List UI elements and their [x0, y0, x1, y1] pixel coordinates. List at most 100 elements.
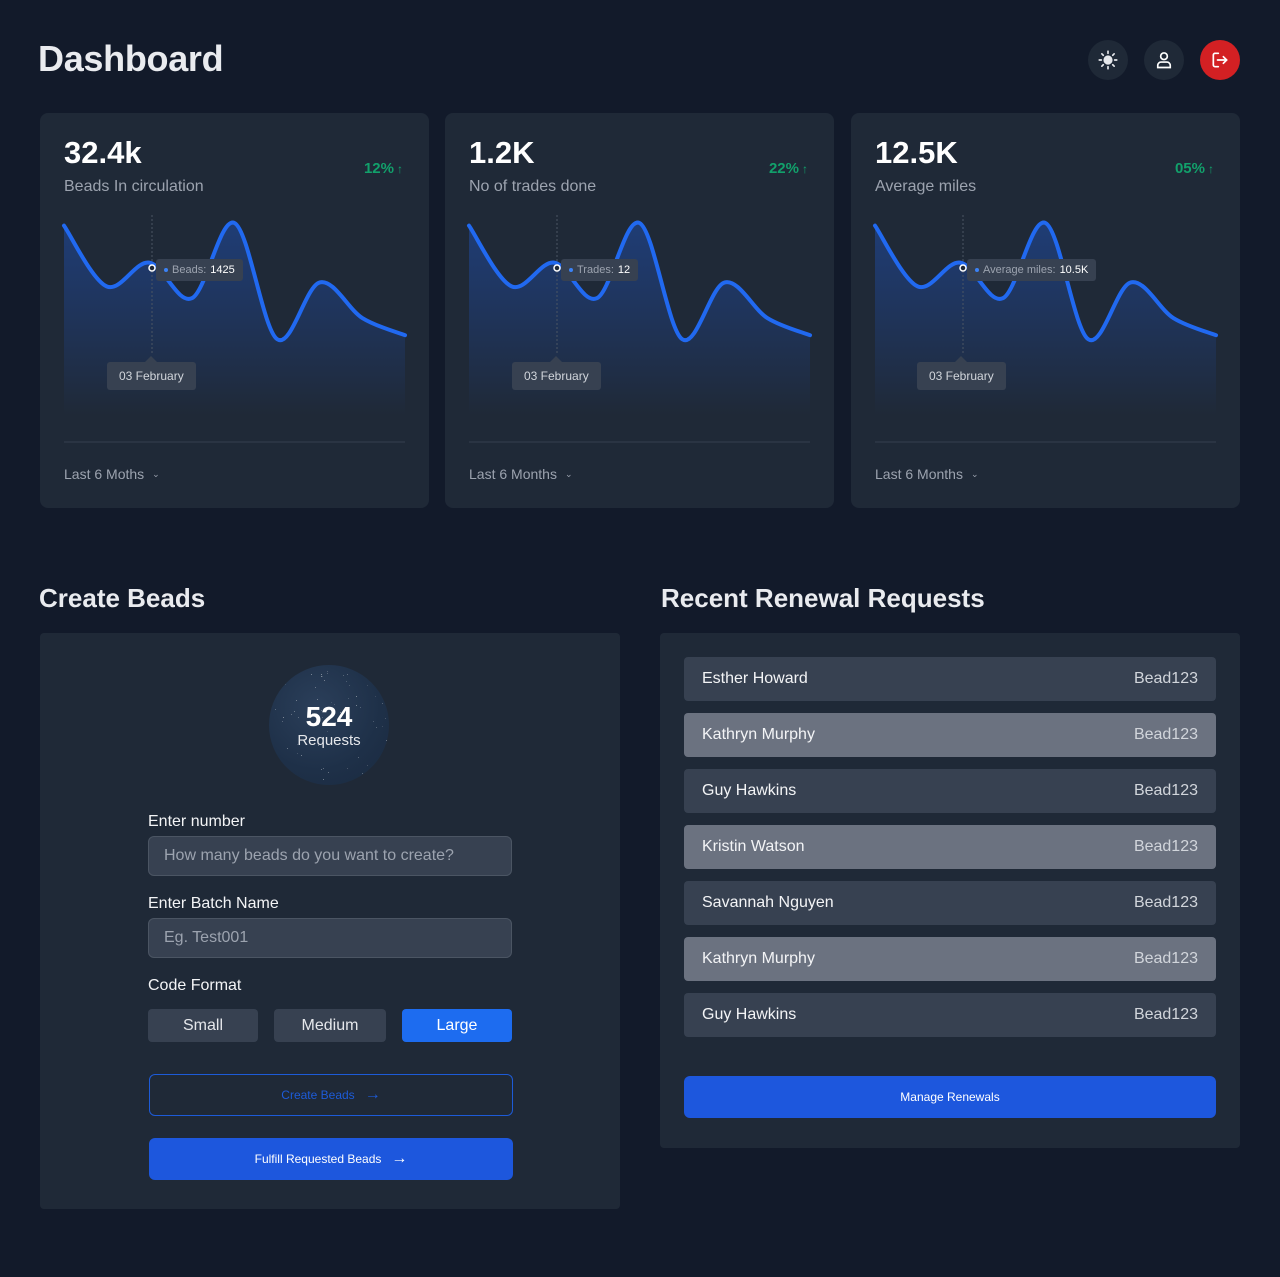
profile-button[interactable]: [1144, 40, 1184, 80]
star-speck: [291, 714, 293, 716]
star-speck: [333, 703, 335, 705]
renewal-item[interactable]: Kathryn Murphy Bead123: [684, 937, 1216, 981]
logout-button[interactable]: [1200, 40, 1240, 80]
bead-code: Bead123: [1133, 1006, 1198, 1023]
change-percent: 22%: [768, 160, 799, 177]
star-speck: [346, 681, 348, 683]
renewal-item[interactable]: Savannah Nguyen Bead123: [684, 881, 1216, 925]
star-speck: [269, 707, 271, 709]
logout-icon: [1212, 52, 1228, 68]
star-speck: [367, 764, 369, 766]
theme-toggle-button[interactable]: [1088, 40, 1128, 80]
chart-tooltip: Trades: 12: [561, 259, 639, 281]
manage-renewals-button[interactable]: Manage Renewals: [684, 1076, 1216, 1118]
star-speck: [320, 673, 322, 675]
manage-renewals-label: Manage Renewals: [900, 1090, 1000, 1104]
renewal-item[interactable]: Guy Hawkins Bead123: [684, 993, 1216, 1037]
bead-code: Bead123: [1133, 894, 1198, 911]
star-speck: [311, 674, 313, 676]
card-divider: [875, 441, 1216, 443]
star-speck: [287, 748, 289, 750]
stat-label: Beads In circulation: [64, 178, 204, 195]
stat-value: 32.4k: [64, 135, 142, 170]
star-speck: [296, 699, 298, 701]
requester-name: Kathryn Murphy: [702, 726, 815, 743]
star-speck: [304, 668, 306, 670]
star-speck: [383, 774, 385, 776]
star-speck: [320, 709, 322, 711]
create-beads-button[interactable]: Create Beads →: [149, 1074, 513, 1116]
arrow-right-icon: →: [364, 1086, 381, 1103]
renewal-item[interactable]: Guy Hawkins Bead123: [684, 769, 1216, 813]
bead-code: Bead123: [1133, 782, 1198, 799]
chevron-down-icon: ⌄: [152, 468, 160, 479]
star-speck: [314, 686, 316, 688]
star-speck: [322, 767, 324, 769]
star-speck: [385, 717, 387, 719]
star-speck: [342, 675, 344, 677]
renewals-title: Recent Renewal Requests: [661, 583, 985, 613]
tooltip-value: 1425: [210, 264, 235, 276]
create-beads-label: Create Beads: [281, 1088, 355, 1102]
stat-value: 12.5K: [875, 135, 958, 170]
requester-name: Esther Howard: [702, 670, 808, 687]
star-speck: [296, 752, 298, 754]
change-percent: 12%: [363, 160, 394, 177]
arrow-up-icon: ↑: [802, 161, 808, 176]
chart-point-marker[interactable]: [553, 264, 561, 272]
requester-name: Guy Hawkins: [702, 782, 797, 799]
star-speck: [373, 720, 375, 722]
stat-change: 05% ↑: [1175, 160, 1214, 177]
renewal-item[interactable]: Kristin Watson Bead123: [684, 825, 1216, 869]
code-format-label: Code Format: [148, 977, 242, 994]
page-title: Dashboard: [38, 38, 224, 79]
star-speck: [278, 667, 280, 669]
header-actions: [1088, 40, 1240, 80]
star-speck: [278, 774, 280, 776]
bead-code: Bead123: [1133, 726, 1198, 743]
fulfill-requested-beads-button[interactable]: Fulfill Requested Beads →: [149, 1138, 513, 1180]
star-speck: [275, 708, 277, 710]
format-large-button[interactable]: Large: [402, 1009, 512, 1042]
format-small-button[interactable]: Small: [148, 1009, 258, 1042]
star-speck: [285, 684, 287, 686]
period-dropdown[interactable]: Last 6 Months ⌄: [875, 466, 978, 482]
star-speck: [355, 696, 357, 698]
chart-point-marker[interactable]: [959, 264, 967, 272]
star-speck: [278, 673, 280, 675]
star-speck: [374, 696, 376, 698]
date-tooltip: 03 February: [107, 356, 196, 390]
create-beads-panel: 524 Requests Enter number Enter Batch Na…: [40, 633, 620, 1209]
stat-change: 12% ↑: [364, 160, 403, 177]
series-dot-icon: [569, 268, 573, 272]
star-speck: [360, 706, 362, 708]
star-speck: [318, 723, 320, 725]
bead-code: Bead123: [1133, 670, 1198, 687]
period-dropdown[interactable]: Last 6 Months ⌄: [469, 466, 572, 482]
date-tooltip: 03 February: [512, 356, 601, 390]
chart-tooltip: Average miles: 10.5K: [967, 259, 1097, 281]
period-label: Last 6 Moths: [64, 466, 145, 482]
requests-label: Requests: [297, 731, 361, 749]
requester-name: Kristin Watson: [702, 838, 805, 855]
star-speck: [281, 721, 283, 723]
renewal-item[interactable]: Kathryn Murphy Bead123: [684, 713, 1216, 757]
star-speck: [300, 755, 302, 757]
period-dropdown[interactable]: Last 6 Moths ⌄: [64, 466, 160, 482]
requester-name: Guy Hawkins: [702, 1006, 797, 1023]
star-speck: [294, 711, 296, 713]
batch-name-input[interactable]: [148, 918, 512, 958]
stat-value: 1.2K: [469, 135, 535, 170]
renewal-item[interactable]: Esther Howard Bead123: [684, 657, 1216, 701]
chart-point-marker[interactable]: [148, 264, 156, 272]
star-speck: [321, 675, 323, 677]
star-speck: [327, 671, 329, 673]
chevron-down-icon: ⌄: [970, 468, 979, 479]
star-speck: [317, 698, 319, 700]
tooltip-label: Trades:: [577, 264, 614, 276]
card-divider: [469, 441, 810, 443]
star-speck: [327, 716, 329, 718]
format-medium-button[interactable]: Medium: [274, 1009, 386, 1042]
star-speck: [274, 775, 276, 777]
bead-count-input[interactable]: [148, 836, 512, 876]
